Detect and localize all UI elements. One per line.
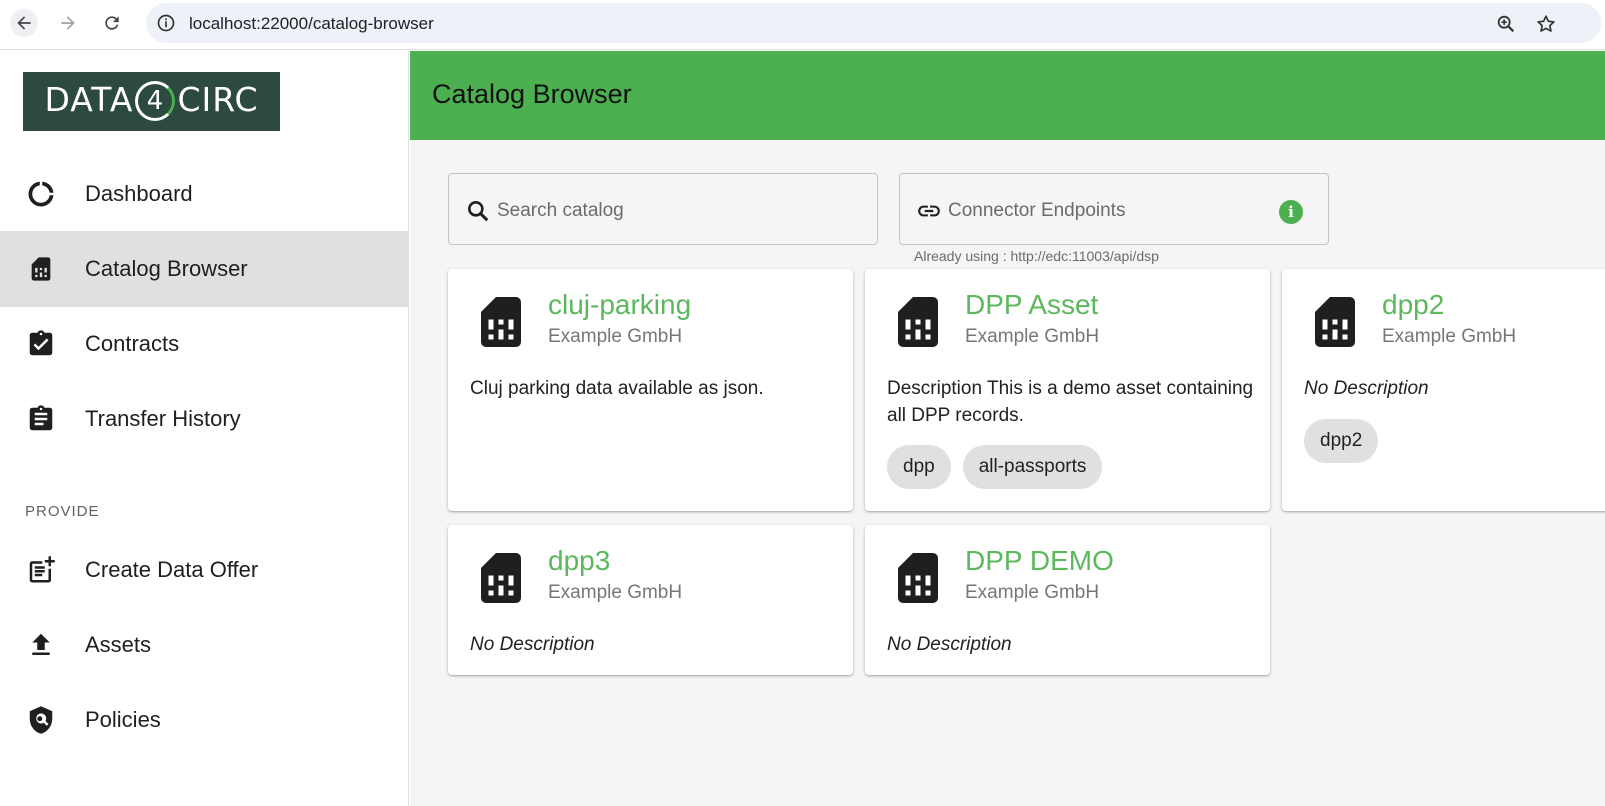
sidebar: DATA 4 CIRC Dashboard Catalog Browser Cont…	[0, 51, 409, 806]
data4circ-logo[interactable]: DATA 4 CIRC	[23, 72, 280, 131]
main-content: Search catalog Connector Endpoints i Alr…	[410, 140, 1605, 806]
card-title[interactable]: dpp3	[548, 545, 610, 577]
browser-toolbar: localhost:22000/catalog-browser	[0, 0, 1605, 50]
info-icon[interactable]: i	[1279, 200, 1303, 224]
link-icon	[918, 205, 940, 217]
card-title[interactable]: DPP Asset	[965, 289, 1098, 321]
sidebar-item-label: Contracts	[85, 331, 180, 356]
tag-chip[interactable]: dpp2	[1304, 419, 1379, 463]
logo-text-right: CIRC	[177, 80, 259, 119]
card-publisher: Example GmbH	[965, 582, 1100, 603]
info-icon[interactable]	[156, 13, 176, 33]
star-icon[interactable]	[1535, 13, 1557, 35]
card-description: No Description	[470, 634, 595, 655]
transfer-history-icon	[26, 404, 56, 434]
card-publisher: Example GmbH	[1382, 326, 1517, 347]
card-title[interactable]: cluj-parking	[548, 289, 691, 321]
page-title: Catalog Browser	[432, 79, 632, 109]
catalog-card[interactable]: DPP Asset Example GmbH Description This …	[865, 269, 1270, 511]
zoom-icon[interactable]	[1495, 13, 1517, 35]
sim-card-icon	[898, 297, 938, 347]
card-title[interactable]: dpp2	[1382, 289, 1444, 321]
dashboard-icon	[26, 179, 56, 209]
section-label-provide: PROVIDE	[25, 503, 100, 520]
card-description: Description This is a demo asset contain…	[887, 378, 1254, 426]
sim-card-icon	[1315, 297, 1355, 347]
card-title[interactable]: DPP DEMO	[965, 545, 1114, 577]
address-bar[interactable]: localhost:22000/catalog-browser	[146, 3, 1601, 43]
connector-endpoints-label: Connector Endpoints	[948, 200, 1126, 221]
create-offer-icon	[26, 555, 56, 585]
catalog-card[interactable]: cluj-parking Example GmbH Cluj parking d…	[448, 269, 853, 511]
sim-card-icon	[481, 297, 521, 347]
catalog-icon	[26, 254, 56, 284]
sidebar-item-label: Catalog Browser	[85, 256, 248, 281]
policy-shield-icon	[26, 705, 56, 735]
reload-button[interactable]	[98, 9, 126, 37]
sidebar-item-dashboard[interactable]: Dashboard	[0, 156, 408, 232]
logo-four: 4	[135, 81, 176, 121]
card-publisher: Example GmbH	[548, 326, 683, 347]
sidebar-item-label: Dashboard	[85, 181, 193, 206]
back-icon	[17, 16, 31, 30]
back-button[interactable]	[10, 9, 38, 37]
card-publisher: Example GmbH	[548, 582, 683, 603]
connector-endpoints-field[interactable]: Connector Endpoints i	[899, 173, 1329, 245]
search-placeholder: Search catalog	[497, 200, 624, 221]
logo-text-left: DATA	[44, 80, 134, 119]
connector-helper-text: Already using : http://edc:11003/api/dsp	[914, 248, 1159, 264]
sidebar-item-transfer-history[interactable]: Transfer History	[0, 381, 408, 457]
sidebar-item-label: Policies	[85, 707, 161, 732]
contracts-icon	[26, 329, 56, 359]
sidebar-item-assets[interactable]: Assets	[0, 607, 408, 683]
sim-card-icon	[481, 553, 521, 603]
sidebar-item-create-data-offer[interactable]: Create Data Offer	[0, 532, 408, 608]
sidebar-item-contracts[interactable]: Contracts	[0, 306, 408, 382]
tag-chip[interactable]: dpp	[887, 445, 951, 489]
card-publisher: Example GmbH	[965, 326, 1100, 347]
search-input[interactable]: Search catalog	[448, 173, 878, 245]
page-header: Catalog Browser	[410, 51, 1605, 140]
catalog-card[interactable]: dpp3 Example GmbH No Description	[448, 525, 853, 675]
tag-list: dpp all-passports	[887, 445, 1103, 489]
card-description: Cluj parking data available as json.	[470, 378, 764, 399]
upload-icon	[26, 630, 56, 660]
sidebar-item-policies[interactable]: Policies	[0, 682, 408, 758]
url-text[interactable]: localhost:22000/catalog-browser	[189, 14, 434, 34]
sidebar-item-label: Transfer History	[85, 406, 241, 431]
catalog-card[interactable]: DPP DEMO Example GmbH No Description	[865, 525, 1270, 675]
reload-icon	[105, 16, 119, 30]
forward-icon	[61, 16, 75, 30]
sidebar-item-catalog-browser[interactable]: Catalog Browser	[0, 231, 408, 307]
catalog-card[interactable]: dpp2 Example GmbH No Description dpp2	[1282, 269, 1605, 511]
card-description: No Description	[887, 634, 1012, 655]
search-icon	[468, 201, 489, 222]
sidebar-item-label: Create Data Offer	[85, 557, 259, 582]
forward-button[interactable]	[54, 9, 82, 37]
sim-card-icon	[898, 553, 938, 603]
tag-chip[interactable]: all-passports	[962, 445, 1103, 489]
card-description: No Description	[1304, 378, 1429, 399]
sidebar-item-label: Assets	[85, 632, 152, 657]
tag-list: dpp2	[1304, 419, 1379, 463]
